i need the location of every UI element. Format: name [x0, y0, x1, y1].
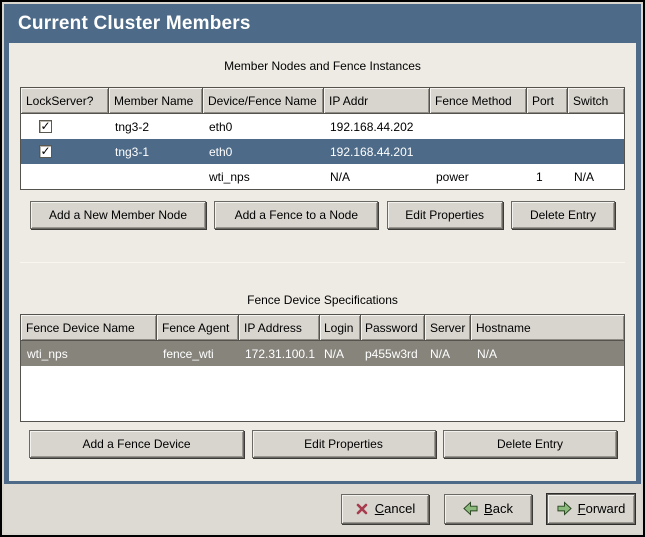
- cancel-x-icon: [355, 502, 369, 516]
- col-header-device-fence-name[interactable]: Device/Fence Name: [203, 88, 324, 114]
- content-area: Member Nodes and Fence Instances LockSer…: [9, 43, 636, 481]
- forward-label: Forward: [578, 501, 626, 516]
- col-header-member-name[interactable]: Member Name: [109, 88, 203, 114]
- fence-table-header: Fence Device Name Fence Agent IP Address…: [21, 315, 624, 341]
- col-header-ip-addr[interactable]: IP Addr: [324, 88, 430, 114]
- add-new-member-node-button[interactable]: Add a New Member Node: [30, 201, 206, 229]
- col-header-password[interactable]: Password: [361, 315, 425, 341]
- fence-devices-table: Fence Device Name Fence Agent IP Address…: [20, 314, 625, 422]
- add-fence-device-button[interactable]: Add a Fence Device: [29, 430, 244, 458]
- delete-entry-button[interactable]: Delete Entry: [443, 430, 617, 458]
- members-button-row: Add a New Member Node Add a Fence to a N…: [30, 201, 615, 229]
- cell-hostname: N/A: [471, 341, 624, 366]
- col-header-fence-device-name[interactable]: Fence Device Name: [21, 315, 157, 341]
- fence-device-row-wti-nps-selected[interactable]: wti_nps fence_wti 172.31.100.1 N/A p455w…: [21, 341, 624, 366]
- edit-properties-button[interactable]: Edit Properties: [387, 201, 503, 229]
- page-title: Current Cluster Members: [18, 13, 251, 35]
- cell-switch: [568, 114, 624, 139]
- cell-login: N/A: [320, 341, 361, 366]
- cell-device-fence-name: eth0: [203, 139, 324, 164]
- lockserver-checkbox[interactable]: ✓: [39, 145, 52, 158]
- back-label: Back: [484, 501, 513, 516]
- cell-ip-addr: N/A: [324, 164, 430, 189]
- cell-device-fence-name: eth0: [203, 114, 324, 139]
- member-row-tng3-1-selected[interactable]: ✓ tng3-1 eth0 192.168.44.201: [21, 139, 624, 164]
- edit-properties-button[interactable]: Edit Properties: [252, 430, 436, 458]
- col-header-lockserver[interactable]: LockServer?: [21, 88, 109, 114]
- dialog-window: Current Cluster Members Member Nodes and…: [0, 0, 645, 537]
- cell-switch: [568, 139, 624, 164]
- cell-fence-method: [430, 114, 527, 139]
- col-header-server[interactable]: Server: [425, 315, 471, 341]
- members-table-header: LockServer? Member Name Device/Fence Nam…: [21, 88, 624, 114]
- back-button[interactable]: Back: [444, 494, 532, 524]
- cell-ip-addr: 192.168.44.202: [324, 114, 430, 139]
- cell-fence-agent: fence_wti: [157, 341, 239, 366]
- table-empty-area: [21, 366, 624, 421]
- action-bar: Cancel Back Forward: [4, 484, 641, 533]
- members-table: LockServer? Member Name Device/Fence Nam…: [20, 87, 625, 190]
- members-table-title: Member Nodes and Fence Instances: [20, 59, 625, 73]
- window-frame: Current Cluster Members Member Nodes and…: [2, 2, 643, 535]
- col-header-login[interactable]: Login: [320, 315, 361, 341]
- cell-ip-addr: 192.168.44.201: [324, 139, 430, 164]
- member-row-tng3-2[interactable]: ✓ tng3-2 eth0 192.168.44.202: [21, 114, 624, 139]
- cell-switch: N/A: [568, 164, 624, 189]
- fence-button-row: Add a Fence Device Edit Properties Delet…: [29, 430, 617, 458]
- cell-fence-device-name: wti_nps: [21, 341, 157, 366]
- cell-member-name: [109, 164, 203, 189]
- fence-instance-row-wti-nps[interactable]: wti_nps N/A power 1 N/A: [21, 164, 624, 189]
- cell-ip-address: 172.31.100.1: [239, 341, 320, 366]
- cancel-label: Cancel: [375, 501, 415, 516]
- delete-entry-button[interactable]: Delete Entry: [511, 201, 615, 229]
- titlebar: Current Cluster Members: [9, 4, 636, 43]
- col-header-fence-method[interactable]: Fence Method: [430, 88, 527, 114]
- forward-arrow-icon: [557, 501, 572, 516]
- lockserver-checkbox[interactable]: ✓: [39, 120, 52, 133]
- cell-device-fence-name: wti_nps: [203, 164, 324, 189]
- section-separator: [20, 262, 625, 263]
- forward-button[interactable]: Forward: [547, 494, 635, 524]
- col-header-port[interactable]: Port: [527, 88, 568, 114]
- col-header-hostname[interactable]: Hostname: [471, 315, 624, 341]
- cell-fence-method: power: [430, 164, 527, 189]
- fence-table-title: Fence Device Specifications: [20, 293, 625, 307]
- cell-server: N/A: [425, 341, 471, 366]
- add-fence-to-node-button[interactable]: Add a Fence to a Node: [214, 201, 378, 229]
- cell-port: [527, 114, 568, 139]
- cell-port: 1: [527, 164, 568, 189]
- col-header-ip-address[interactable]: IP Address: [239, 315, 320, 341]
- cell-password: p455w3rd: [361, 341, 425, 366]
- cell-fence-method: [430, 139, 527, 164]
- wizard-panel: Current Cluster Members Member Nodes and…: [4, 4, 641, 484]
- cell-port: [527, 139, 568, 164]
- back-arrow-icon: [463, 501, 478, 516]
- cancel-button[interactable]: Cancel: [341, 494, 429, 524]
- cell-member-name: tng3-1: [109, 139, 203, 164]
- col-header-switch[interactable]: Switch: [568, 88, 624, 114]
- col-header-fence-agent[interactable]: Fence Agent: [157, 315, 239, 341]
- cell-member-name: tng3-2: [109, 114, 203, 139]
